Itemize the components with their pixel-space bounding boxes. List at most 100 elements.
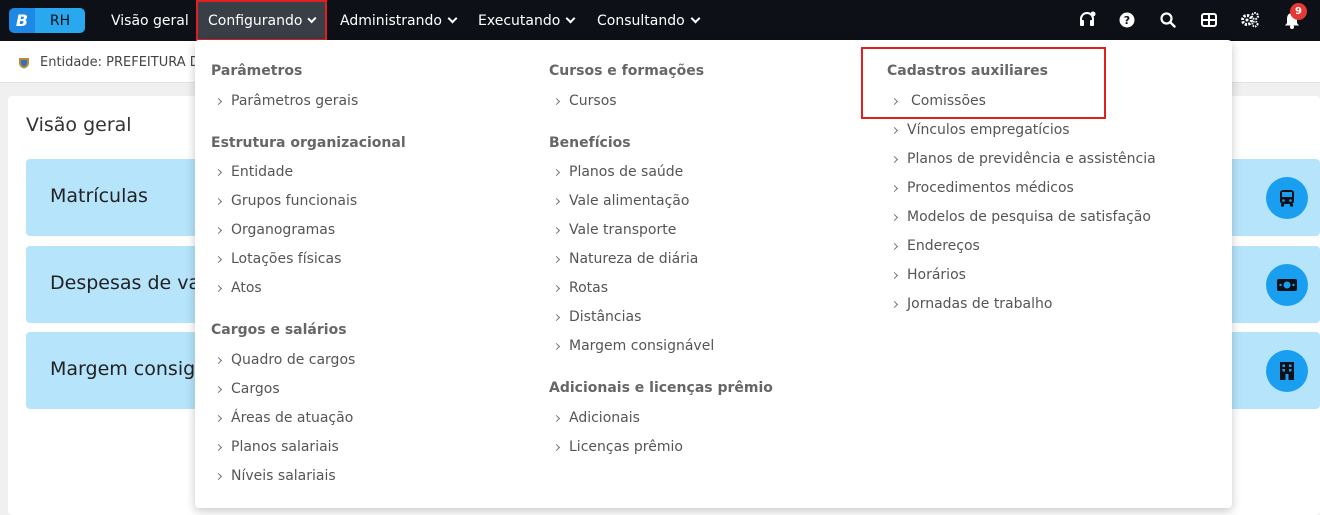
chevron-right-icon (552, 284, 561, 292)
money-icon (1266, 264, 1308, 306)
chevron-down-icon (447, 13, 458, 24)
chevron-right-icon (214, 97, 223, 105)
menu-item-label: Grupos funcionais (231, 193, 358, 209)
section-title-cursos-e-formacoes: Cursos e formações (549, 63, 705, 79)
menu-item-label: Vale transporte (569, 222, 677, 238)
settings-icon[interactable] (1240, 10, 1260, 30)
nav-configurando[interactable]: Configurando (196, 0, 327, 41)
tile-label: Margem consig (50, 358, 196, 380)
menu-item-label: Cursos (569, 93, 617, 109)
menu-item-label: Níveis salariais (231, 468, 336, 484)
menu-item-vinculos-empregaticios[interactable]: Vínculos empregatícios (890, 122, 1070, 138)
configurando-dropdown-menu: Parâmetros Parâmetros gerais Estrutura o… (195, 40, 1232, 508)
menu-item-jornadas-de-trabalho[interactable]: Jornadas de trabalho (890, 296, 1053, 312)
top-navigation-bar: B RH Visão geral Configurando Administra… (0, 0, 1320, 41)
section-title-parametros: Parâmetros (211, 63, 303, 79)
apps-grid-icon[interactable] (1199, 10, 1219, 30)
menu-item-label: Entidade (231, 164, 294, 180)
nav-administrando[interactable]: Administrando (328, 0, 468, 41)
menu-item-label: Natureza de diária (569, 251, 699, 267)
chevron-right-icon (552, 313, 561, 321)
nav-consultando[interactable]: Consultando (585, 0, 711, 41)
nav-label: Administrando (340, 12, 442, 29)
nav-visao-geral[interactable]: Visão geral (99, 0, 201, 41)
chevron-right-icon (890, 271, 899, 279)
menu-item-label: Modelos de pesquisa de satisfação (907, 209, 1151, 225)
section-title-cadastros-auxiliares: Cadastros auxiliares (887, 63, 1048, 79)
menu-item-planos-de-previdencia[interactable]: Planos de previdência e assistência (890, 151, 1156, 167)
chevron-right-icon (552, 255, 561, 263)
menu-item-cargos[interactable]: Cargos (214, 381, 280, 397)
chevron-right-icon (214, 197, 223, 205)
menu-item-label: Organogramas (231, 222, 336, 238)
chevron-right-icon (890, 97, 899, 105)
menu-item-comissoes[interactable]: Comissões (890, 93, 986, 109)
menu-item-label: Horários (907, 267, 966, 283)
chevron-right-icon (890, 300, 899, 308)
tile-label: Despesas de va (50, 272, 201, 294)
section-title-adicionais-e-licencas: Adicionais e licenças prêmio (549, 380, 773, 396)
svg-text:?: ? (1124, 14, 1130, 27)
logo-product: RH (35, 8, 85, 33)
menu-item-label: Quadro de cargos (231, 352, 356, 368)
menu-item-quadro-de-cargos[interactable]: Quadro de cargos (214, 352, 356, 368)
menu-item-label: Endereços (907, 238, 980, 254)
menu-item-cursos[interactable]: Cursos (552, 93, 617, 109)
menu-item-label: Rotas (569, 280, 609, 296)
nav-label: Executando (478, 12, 561, 29)
menu-item-margem-consignavel[interactable]: Margem consignável (552, 338, 714, 354)
chevron-right-icon (552, 443, 561, 451)
menu-item-label: Adicionais (569, 410, 640, 426)
menu-item-atos[interactable]: Atos (214, 280, 262, 296)
menu-item-label: Vale alimentação (569, 193, 690, 209)
chevron-right-icon (552, 197, 561, 205)
menu-item-label: Planos salariais (231, 439, 339, 455)
menu-item-procedimentos-medicos[interactable]: Procedimentos médicos (890, 180, 1074, 196)
menu-item-label: Planos de previdência e assistência (907, 151, 1156, 167)
menu-item-horarios[interactable]: Horários (890, 267, 966, 283)
menu-item-lotacoes-fisicas[interactable]: Lotações físicas (214, 251, 341, 267)
menu-item-adicionais[interactable]: Adicionais (552, 410, 640, 426)
chevron-right-icon (552, 414, 561, 422)
menu-item-organogramas[interactable]: Organogramas (214, 222, 336, 238)
menu-item-vale-alimentacao[interactable]: Vale alimentação (552, 193, 690, 209)
chevron-right-icon (890, 242, 899, 250)
menu-item-planos-salariais[interactable]: Planos salariais (214, 439, 339, 455)
menu-item-enderecos[interactable]: Endereços (890, 238, 980, 254)
menu-item-planos-de-saude[interactable]: Planos de saúde (552, 164, 683, 180)
menu-item-label: Procedimentos médicos (907, 180, 1074, 196)
bus-icon (1266, 177, 1308, 219)
menu-item-vale-transporte[interactable]: Vale transporte (552, 222, 677, 238)
nav-label: Configurando (208, 12, 303, 29)
menu-item-natureza-de-diaria[interactable]: Natureza de diária (552, 251, 699, 267)
menu-item-label: Jornadas de trabalho (907, 296, 1053, 312)
menu-item-label: Cargos (231, 381, 280, 397)
nav-label: Visão geral (111, 12, 189, 29)
menu-item-entidade[interactable]: Entidade (214, 164, 294, 180)
search-icon[interactable] (1158, 10, 1178, 30)
chevron-right-icon (214, 472, 223, 480)
headset-icon[interactable] (1077, 10, 1097, 30)
app-logo[interactable]: B RH (9, 8, 85, 33)
chevron-right-icon (214, 168, 223, 176)
page-title: Visão geral (26, 114, 132, 136)
nav-executando[interactable]: Executando (466, 0, 586, 41)
menu-item-label: Parâmetros gerais (231, 93, 359, 109)
menu-item-grupos-funcionais[interactable]: Grupos funcionais (214, 193, 358, 209)
chevron-right-icon (552, 97, 561, 105)
menu-item-label: Licenças prêmio (569, 439, 683, 455)
chevron-down-icon (307, 14, 317, 23)
building-icon (1266, 350, 1308, 392)
help-icon[interactable]: ? (1117, 10, 1137, 30)
section-title-beneficios: Benefícios (549, 135, 631, 151)
chevron-right-icon (214, 226, 223, 234)
menu-item-licencas-premio[interactable]: Licenças prêmio (552, 439, 683, 455)
menu-item-distancias[interactable]: Distâncias (552, 309, 641, 325)
menu-item-parametros-gerais[interactable]: Parâmetros gerais (214, 93, 359, 109)
chevron-right-icon (214, 443, 223, 451)
menu-item-areas-de-atuacao[interactable]: Áreas de atuação (214, 410, 353, 426)
menu-item-modelos-de-pesquisa[interactable]: Modelos de pesquisa de satisfação (890, 209, 1151, 225)
chevron-right-icon (890, 184, 899, 192)
menu-item-niveis-salariais[interactable]: Níveis salariais (214, 468, 336, 484)
menu-item-rotas[interactable]: Rotas (552, 280, 609, 296)
